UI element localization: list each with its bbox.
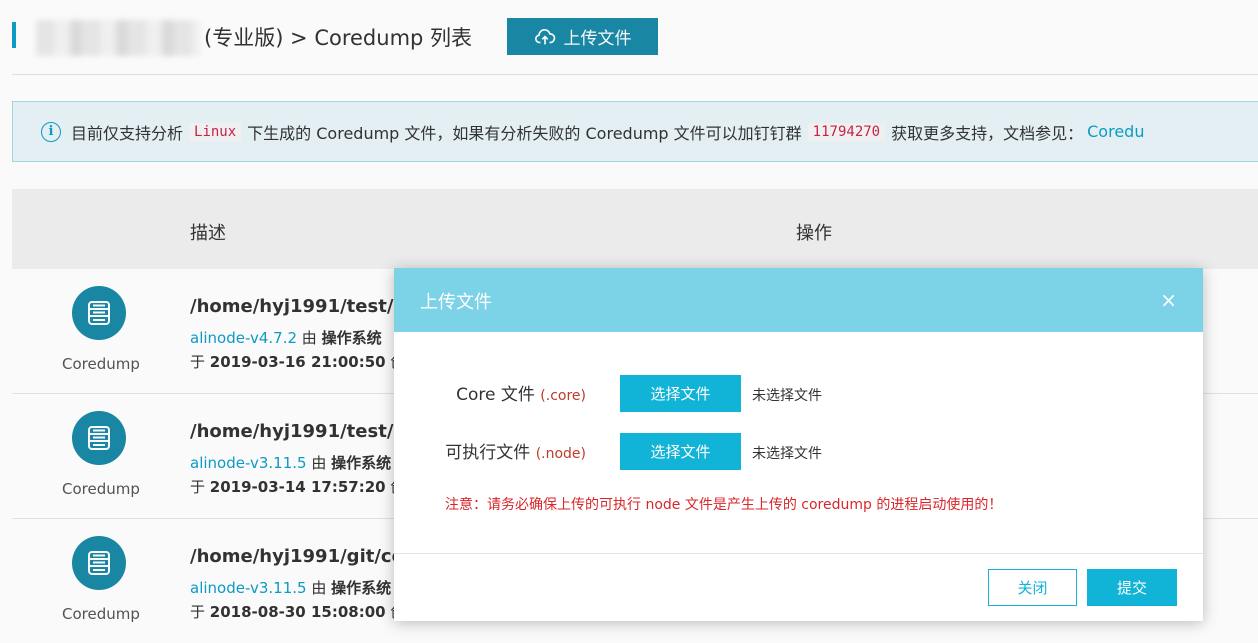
node-file-status: 未选择文件 xyxy=(752,446,822,462)
modal-title: 上传文件 xyxy=(420,292,492,313)
choose-core-file-button[interactable]: 选择文件 xyxy=(620,375,741,412)
core-file-ext: (.core) xyxy=(540,388,586,404)
node-file-label: 可执行文件 (.node) xyxy=(396,438,586,463)
core-file-label-text: Core 文件 xyxy=(456,385,535,405)
modal-header: 上传文件 × xyxy=(394,268,1203,332)
core-file-status: 未选择文件 xyxy=(752,388,822,404)
choose-node-file-button[interactable]: 选择文件 xyxy=(620,433,741,470)
close-button[interactable]: 关闭 xyxy=(988,569,1077,606)
node-file-ext: (.node) xyxy=(535,446,586,462)
submit-button[interactable]: 提交 xyxy=(1087,569,1177,606)
upload-warning: 注意：请务必确保上传的可执行 node 文件是产生上传的 coredump 的进… xyxy=(445,497,1003,513)
upload-modal: 上传文件 × Core 文件 (.core) 选择文件 未选择文件 可执行文件 … xyxy=(394,268,1203,621)
node-file-label-text: 可执行文件 xyxy=(445,443,531,463)
close-icon[interactable]: × xyxy=(1160,290,1177,310)
modal-divider xyxy=(394,553,1203,554)
core-file-label: Core 文件 (.core) xyxy=(396,380,586,405)
